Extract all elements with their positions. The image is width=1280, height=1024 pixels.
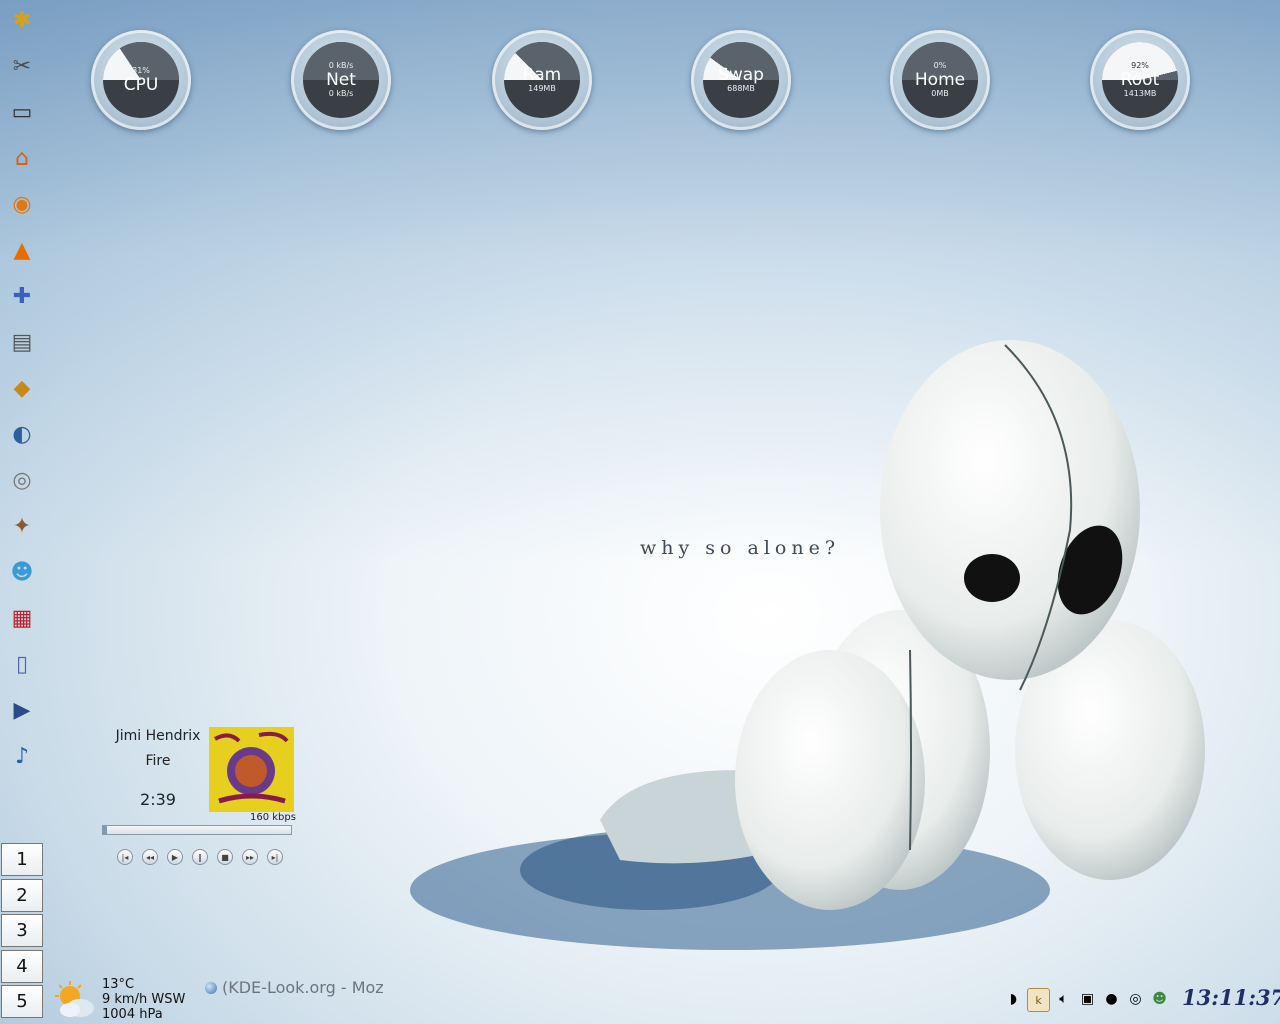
settings-tools-icon[interactable]: ✂ [5,49,39,83]
desktop-4-button[interactable]: 4 [1,949,43,983]
network-icon[interactable]: ◗ [1003,988,1024,1010]
weather-wind: 9 km/h WSW [102,992,186,1007]
chat-contacts-icon[interactable]: ☻ [5,555,39,589]
volume-icon[interactable]: 🔈︎ [1053,988,1074,1010]
gauge-bottom-value: 1413MB [1123,89,1157,98]
gauge-root[interactable]: 92% Root 1413MB [1090,30,1190,130]
calendar-app-icon[interactable]: ▦ [5,601,39,635]
weather-widget[interactable]: 13°C 9 km/h WSW 1004 hPa [102,977,185,1022]
home-folder-icon[interactable]: ⌂ [5,141,39,175]
play-button[interactable]: ▶ [167,849,183,865]
gauge-bottom-value: 149MB [528,84,556,93]
desktop-2-button[interactable]: 2 [1,878,43,912]
taskbar-window-title: (KDE-Look.org - Moz [222,978,384,997]
gauge-label: Net [326,70,356,90]
gauge-bottom-value: 0 kB/s [328,89,354,98]
track-elapsed-time: 2:39 [140,790,176,809]
bitrate-label: 160 kbps [250,812,296,823]
partly-cloudy-icon[interactable] [54,980,96,1020]
kde-menu-icon[interactable]: ✱ [5,3,39,37]
user-icon[interactable]: ☻ [1149,988,1170,1010]
messenger-icon[interactable]: ✚ [5,279,39,313]
rewind-button[interactable]: ◂◂ [142,849,158,865]
music-player-widget: Jimi Hendrix Fire 2:39 160 kbps |◂ ◂◂ ▶ … [100,720,310,870]
weather-pressure: 1004 hPa [102,1007,163,1022]
track-progress-fill [103,826,107,834]
track-artist: Jimi Hendrix [115,728,201,744]
text-editor-icon[interactable]: ▤ [5,325,39,359]
gauge-bottom-value: 0MB [931,89,949,98]
graphics-app-icon[interactable]: ◆ [5,371,39,405]
gauge-label: CPU [123,75,159,95]
desktop-3-button[interactable]: 3 [1,914,43,947]
gauge-label: Home [914,70,966,90]
cd-icon[interactable]: ◎ [1125,988,1146,1010]
wallpaper-doll [410,340,1205,950]
vlc-icon[interactable]: ▲ [5,233,39,267]
track-progress-bar[interactable] [102,825,292,835]
app-launcher-panel: ✱ ✂ ▭ ⌂ ◉ ▲ ✚ ▤ ◆ ◐ ◎ ✦ ☻ ▦ ▯ ▶ ♪ [0,0,46,790]
notes-app-icon[interactable]: ▯ [5,647,39,681]
gauge-cpu[interactable]: 31% CPU [91,30,191,130]
browser-globe-icon [205,981,217,994]
wallpaper-tagline: why so alone? [640,537,841,559]
mplayer-icon[interactable]: ▶ [5,693,39,727]
gauge-swap[interactable]: Swap 688MB [691,30,791,130]
fast-forward-button[interactable]: ▸▸ [242,849,258,865]
gauge-ram[interactable]: Ram 149MB [492,30,592,130]
taskbar-window-button[interactable]: (KDE-Look.org - Moz [205,978,384,997]
system-tray: ◗ k 🔈︎ ▣ ● ◎ ☻ [1003,988,1170,1012]
weather-temperature: 13°C [102,977,135,992]
skip-previous-button[interactable]: |◂ [117,849,133,865]
terminal-icon[interactable]: ▭ [5,95,39,129]
pause-button[interactable]: ‖ [192,849,208,865]
window-list-icon[interactable]: ▣ [1077,988,1098,1010]
bomb-icon[interactable]: ● [1101,988,1122,1010]
gauge-net[interactable]: 0 kB/s Net 0 kB/s [291,30,391,130]
music-disc-icon[interactable]: ◎ [5,463,39,497]
gauge-label: Ram [522,65,562,85]
firefox-icon[interactable]: ◉ [5,187,39,221]
digital-clock[interactable]: 13:11:37 [1182,985,1280,1010]
desktop-1-button[interactable]: 1 [1,843,43,876]
gauge-bottom-value: 688MB [727,84,755,93]
skip-next-button[interactable]: ▸| [267,849,283,865]
speaker-icon[interactable]: ♪ [5,739,39,773]
album-cover[interactable] [209,727,294,812]
gauge-home[interactable]: 0% Home 0MB [890,30,990,130]
gauge-label: Root [1120,70,1160,90]
desktop-5-button[interactable]: 5 [1,985,43,1018]
gauge-label: Swap [718,65,764,85]
klipper-icon[interactable]: k [1027,988,1050,1012]
track-title: Fire [145,753,171,769]
mule-p2p-icon[interactable]: ✦ [5,509,39,543]
fish-app-icon[interactable]: ◐ [5,417,39,451]
stop-button[interactable]: ■ [217,849,233,865]
